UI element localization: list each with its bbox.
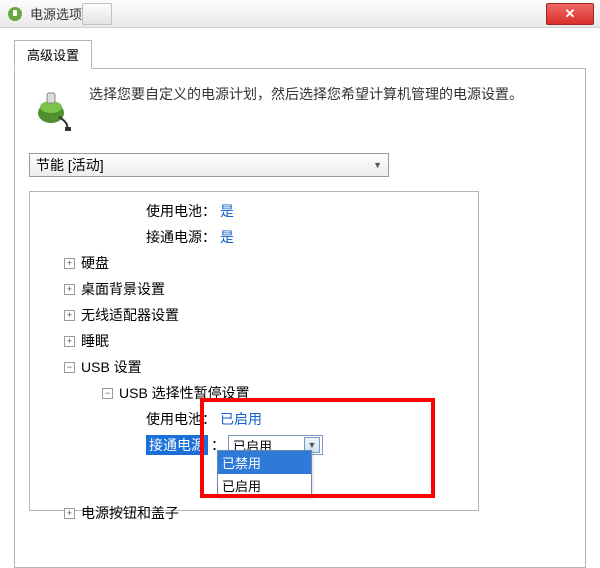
label: USB 设置 — [81, 357, 142, 377]
tree-item-power-button[interactable]: + 电源按钮和盖子 — [34, 500, 474, 526]
expand-icon[interactable]: + — [64, 310, 75, 321]
tabs: 高级设置 选择您要自定义的电源计划，然后选择您希望计算机管理的电源设置。 节能 … — [14, 40, 586, 568]
tree-item-usb[interactable]: − USB 设置 — [34, 354, 474, 380]
intro-row: 选择您要自定义的电源计划，然后选择您希望计算机管理的电源设置。 — [29, 83, 571, 131]
label-selected: 接通电源 — [146, 435, 208, 455]
label: 使用电池： — [146, 409, 216, 429]
settings-tree: 使用电池： 是 接通电源： 是 + 硬盘 + 桌面背景设置 + 无线适配器设置 … — [29, 191, 479, 511]
root-battery-row[interactable]: 使用电池： 是 — [34, 198, 474, 224]
plan-select[interactable]: 节能 [活动] ▼ — [29, 153, 389, 177]
label: 无线适配器设置 — [81, 305, 179, 325]
chevron-down-icon: ▼ — [373, 160, 382, 170]
tab-label: 高级设置 — [27, 48, 79, 63]
collapse-icon[interactable]: − — [64, 362, 75, 373]
label: 接通电源： — [146, 227, 216, 247]
dropdown-option-disabled[interactable]: 已禁用 — [218, 451, 311, 474]
root-ac-row[interactable]: 接通电源： 是 — [34, 224, 474, 250]
tree-item-usb-suspend[interactable]: − USB 选择性暂停设置 — [34, 380, 474, 406]
tree-item-wireless[interactable]: + 无线适配器设置 — [34, 302, 474, 328]
label: 电源按钮和盖子 — [81, 503, 179, 523]
label: USB 选择性暂停设置 — [119, 383, 250, 403]
tree-item-harddisk[interactable]: + 硬盘 — [34, 250, 474, 276]
power-plan-icon — [29, 83, 77, 131]
value-link[interactable]: 已启用 — [220, 409, 262, 429]
title-bar: 电源选项 ✕ — [0, 0, 600, 28]
tab-panel: 选择您要自定义的电源计划，然后选择您希望计算机管理的电源设置。 节能 [活动] … — [14, 68, 586, 568]
tab-advanced[interactable]: 高级设置 — [14, 40, 92, 69]
label: 硬盘 — [81, 253, 109, 273]
minimize-button[interactable] — [82, 3, 112, 25]
plan-select-value: 节能 [活动] — [36, 155, 104, 175]
power-plug-icon — [6, 5, 24, 23]
expand-icon[interactable]: + — [64, 508, 75, 519]
close-button[interactable]: ✕ — [546, 3, 594, 25]
expand-icon[interactable]: + — [64, 284, 75, 295]
usb-battery-row[interactable]: 使用电池： 已启用 — [34, 406, 474, 432]
intro-text: 选择您要自定义的电源计划，然后选择您希望计算机管理的电源设置。 — [89, 83, 523, 105]
dropdown-option-enabled[interactable]: 已启用 — [218, 474, 311, 497]
tree-item-desktop-bg[interactable]: + 桌面背景设置 — [34, 276, 474, 302]
expand-icon[interactable]: + — [64, 336, 75, 347]
tree-item-sleep[interactable]: + 睡眠 — [34, 328, 474, 354]
usb-ac-dropdown-list[interactable]: 已禁用 已启用 — [217, 450, 312, 498]
value-link[interactable]: 是 — [220, 227, 234, 247]
collapse-icon[interactable]: − — [102, 388, 113, 399]
window-title: 电源选项 — [30, 4, 82, 23]
label: 睡眠 — [81, 331, 109, 351]
label: 使用电池： — [146, 201, 216, 221]
label: 桌面背景设置 — [81, 279, 165, 299]
expand-icon[interactable]: + — [64, 258, 75, 269]
close-icon: ✕ — [565, 6, 576, 22]
value-link[interactable]: 是 — [220, 201, 234, 221]
